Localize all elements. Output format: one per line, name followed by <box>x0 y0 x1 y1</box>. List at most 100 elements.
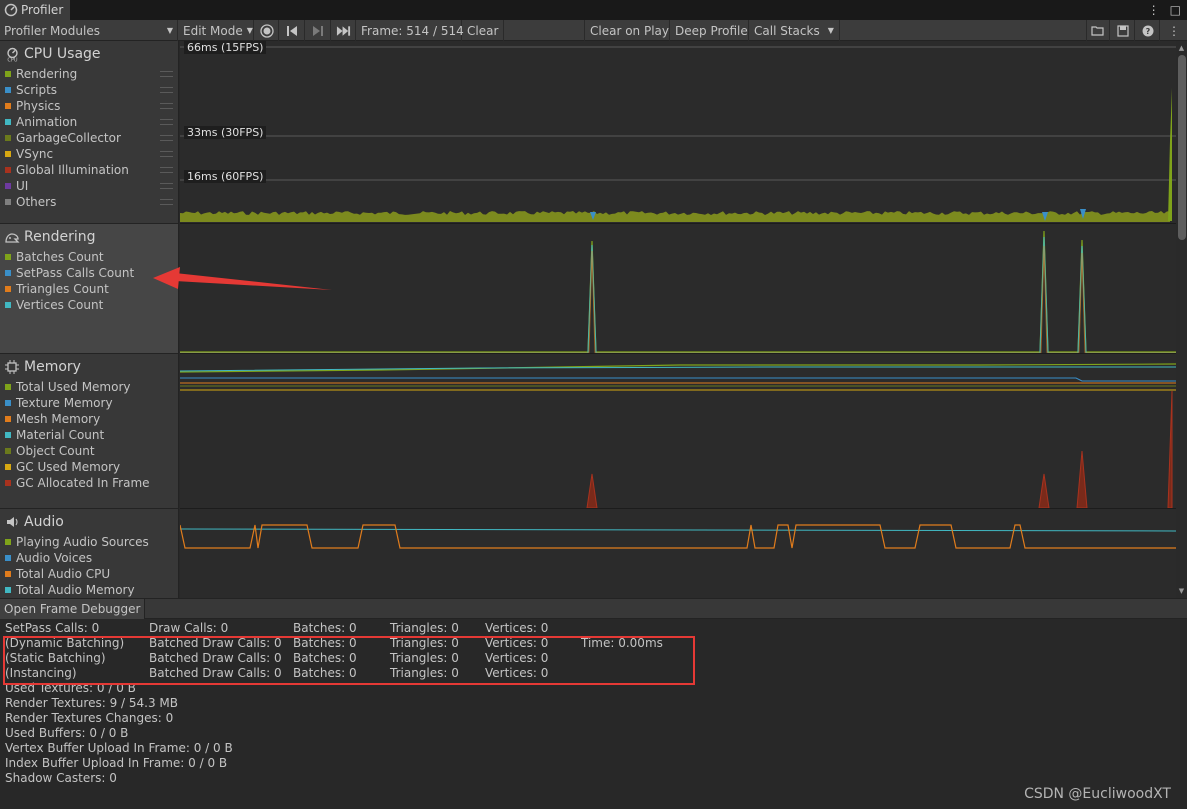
series-color-swatch <box>5 71 11 77</box>
series-color-swatch <box>5 103 11 109</box>
module-series-item[interactable]: Global Illumination <box>0 162 178 178</box>
module-series-item[interactable]: GarbageCollector <box>0 130 178 146</box>
record-icon <box>259 23 274 38</box>
help-icon: ? <box>1142 25 1153 36</box>
load-button[interactable] <box>1086 20 1110 41</box>
drag-handle-icon[interactable] <box>160 119 173 125</box>
series-label: SetPass Calls Count <box>16 266 135 280</box>
module-series-item[interactable]: Scripts <box>0 82 178 98</box>
profiler-tab[interactable]: Profiler <box>0 0 70 20</box>
cpu-icon: CPU <box>4 46 20 62</box>
clear-on-play-label: Clear on Play <box>590 23 669 38</box>
drag-handle-icon[interactable] <box>160 199 173 205</box>
module-series-item[interactable]: GC Allocated In Frame <box>0 475 178 491</box>
annotation-arrow-icon <box>153 267 332 290</box>
profiler-charts-svg[interactable] <box>180 41 1176 598</box>
deep-profile-toggle[interactable]: Deep Profile <box>671 20 749 41</box>
module-title: Audio <box>24 514 64 530</box>
stats-line: Used Buffers: 0 / 0 B <box>0 726 1187 741</box>
cpu-label-66ms: 66ms (15FPS) <box>184 41 267 54</box>
dropdown-arrow-icon: ▼ <box>827 26 834 35</box>
module-series-item[interactable]: Vertices Count <box>0 297 178 313</box>
more-options-icon[interactable]: ⋮ <box>1148 3 1160 17</box>
scroll-down-arrow-icon[interactable]: ▼ <box>1177 586 1186 596</box>
module-series-item[interactable]: Audio Voices <box>0 550 178 566</box>
module-series-item[interactable]: Total Audio CPU <box>0 566 178 582</box>
cpu-usage-module[interactable]: CPU CPU Usage Rendering Scripts Physics Ani… <box>0 41 178 224</box>
speaker-icon <box>4 514 20 530</box>
module-series-item[interactable]: Total Used Memory <box>0 379 178 395</box>
series-label: Vertices Count <box>16 298 104 312</box>
module-series-item[interactable]: Physics <box>0 98 178 114</box>
edit-mode-dropdown[interactable]: Edit Mode ▼ <box>179 20 254 41</box>
deep-profile-label: Deep Profile <box>675 23 748 38</box>
frame-debugger-bar: Open Frame Debugger <box>0 598 1187 619</box>
module-series-item[interactable]: Material Count <box>0 427 178 443</box>
series-color-swatch <box>5 270 11 276</box>
scrollbar-thumb[interactable] <box>1178 55 1186 240</box>
series-label: GarbageCollector <box>16 131 121 145</box>
module-series-item[interactable]: Total Audio Memory <box>0 582 178 598</box>
series-color-swatch <box>5 183 11 189</box>
module-series-item[interactable]: UI <box>0 178 178 194</box>
series-label: Material Count <box>16 428 105 442</box>
module-title: Rendering <box>24 229 96 245</box>
cpu-label-16ms: 16ms (60FPS) <box>184 170 267 183</box>
chart-scrollbar[interactable]: ▲ ▼ <box>1176 41 1187 598</box>
open-frame-debugger-button[interactable]: Open Frame Debugger <box>0 599 146 619</box>
open-frame-debugger-label: Open Frame Debugger <box>4 602 141 616</box>
module-series-item[interactable]: Texture Memory <box>0 395 178 411</box>
next-frame-button[interactable] <box>306 20 331 41</box>
stats-cell: Draw Calls: 0 <box>149 621 229 635</box>
module-series-item[interactable]: Batches Count <box>0 249 178 265</box>
profiler-modules-label: Profiler Modules <box>4 23 100 38</box>
drag-handle-icon[interactable] <box>160 103 173 109</box>
record-button[interactable] <box>255 20 279 41</box>
chart-area[interactable]: 66ms (15FPS) 33ms (30FPS) 16ms (60FPS) <box>180 41 1176 598</box>
drag-handle-icon[interactable] <box>160 183 173 189</box>
profiler-modules-dropdown[interactable]: Profiler Modules ▼ <box>0 20 178 41</box>
step-back-icon <box>287 25 297 36</box>
module-series-item[interactable]: VSync <box>0 146 178 162</box>
maximize-icon[interactable]: □ <box>1170 3 1181 17</box>
scroll-up-arrow-icon[interactable]: ▲ <box>1177 43 1186 53</box>
stats-line-text: Render Textures Changes: 0 <box>5 711 174 725</box>
cpu-chart-bg <box>180 41 1176 224</box>
series-color-swatch <box>5 448 11 454</box>
audio-module[interactable]: Audio Playing Audio Sources Audio Voices T… <box>0 509 178 598</box>
help-button[interactable]: ? <box>1136 20 1160 41</box>
module-series-item[interactable]: Object Count <box>0 443 178 459</box>
module-series-item[interactable]: Others <box>0 194 178 210</box>
memory-module[interactable]: Memory Total Used Memory Texture Memory Me… <box>0 354 178 509</box>
module-series-item[interactable]: Playing Audio Sources <box>0 534 178 550</box>
first-frame-button[interactable] <box>280 20 305 41</box>
frame-counter: Frame: 514 / 514 <box>357 20 464 41</box>
clear-button[interactable]: Clear <box>463 20 504 41</box>
clear-on-play-toggle[interactable]: Clear on Play <box>586 20 670 41</box>
dropdown-arrow-icon: ▼ <box>246 26 253 35</box>
series-label: GC Used Memory <box>16 460 121 474</box>
drag-handle-icon[interactable] <box>160 71 173 77</box>
drag-handle-icon[interactable] <box>160 151 173 157</box>
series-label: VSync <box>16 147 54 161</box>
folder-open-icon <box>1091 25 1104 36</box>
series-label: UI <box>16 179 29 193</box>
module-series-item[interactable]: Mesh Memory <box>0 411 178 427</box>
call-stacks-dropdown[interactable]: Call Stacks ▼ <box>750 20 840 41</box>
save-button[interactable] <box>1111 20 1135 41</box>
drag-handle-icon[interactable] <box>160 87 173 93</box>
edit-mode-label: Edit Mode <box>183 23 243 38</box>
last-frame-button[interactable] <box>332 20 356 41</box>
series-color-swatch <box>5 254 11 260</box>
tab-title: Profiler <box>21 3 64 17</box>
memory-chart-bg <box>180 354 1176 509</box>
series-color-swatch <box>5 480 11 486</box>
drag-handle-icon[interactable] <box>160 167 173 173</box>
module-series-item[interactable]: GC Used Memory <box>0 459 178 475</box>
stats-line: Render Textures Changes: 0 <box>0 711 1187 726</box>
module-series-item[interactable]: Animation <box>0 114 178 130</box>
toolbar-more-button[interactable]: ⋮ <box>1161 20 1187 41</box>
module-series-item[interactable]: Rendering <box>0 66 178 82</box>
series-color-swatch <box>5 464 11 470</box>
drag-handle-icon[interactable] <box>160 135 173 141</box>
